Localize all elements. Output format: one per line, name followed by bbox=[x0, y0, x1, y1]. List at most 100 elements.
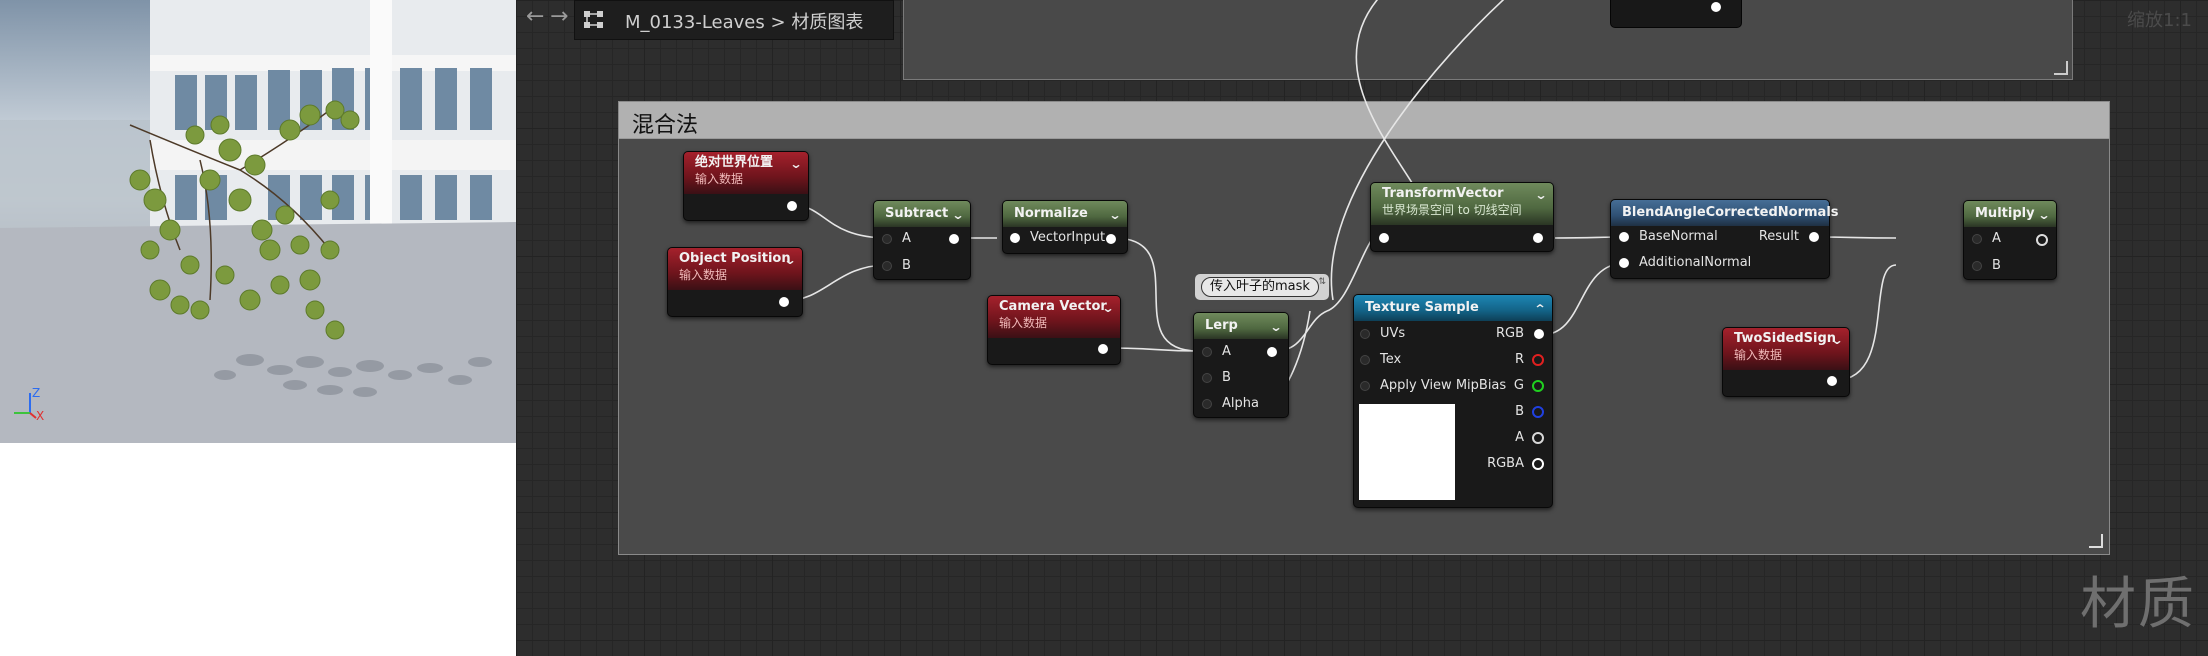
chevron-down-icon[interactable]: ⌄ bbox=[1534, 187, 1547, 203]
material-graph-canvas[interactable]: 混合法 ← → M_0133-Leaves > 材质图表 缩放1:1 绝对世界位… bbox=[516, 0, 2208, 656]
node-header[interactable]: TransformVector 世界场景空间 to 切线空间 ⌄ bbox=[1371, 183, 1553, 225]
input-pin-a[interactable]: A bbox=[1972, 230, 2001, 248]
output-pin[interactable] bbox=[1827, 376, 1837, 386]
viewport-preview[interactable]: Z X bbox=[0, 0, 516, 443]
chevron-down-icon[interactable]: ⌄ bbox=[1101, 300, 1114, 316]
pin-comment-icon[interactable]: ⇅ bbox=[1318, 277, 1326, 287]
output-pin[interactable] bbox=[779, 297, 789, 307]
node-normalize[interactable]: Normalize ⌄ VectorInput bbox=[1002, 200, 1128, 254]
node-subtitle: 输入数据 bbox=[679, 268, 728, 282]
node-subtitle: 输入数据 bbox=[999, 316, 1048, 330]
chevron-down-icon[interactable]: ⌄ bbox=[951, 205, 964, 225]
pin-label: UVs bbox=[1380, 326, 1406, 341]
viewport-scene: Z X bbox=[0, 0, 516, 443]
node-texture-sample[interactable]: Texture Sample ⌃ UVs Tex Apply View MipB… bbox=[1353, 294, 1553, 508]
chevron-up-icon[interactable]: ⌃ bbox=[1533, 299, 1546, 319]
input-pin-b[interactable]: B bbox=[1202, 369, 1231, 387]
node-subtract[interactable]: Subtract ⌄ A B bbox=[873, 200, 971, 280]
input-pin-base-normal[interactable]: BaseNormal bbox=[1619, 228, 1718, 246]
node-header[interactable]: Texture Sample ⌃ bbox=[1354, 295, 1552, 321]
reroute-comment[interactable]: 传入叶子的mask ⇅ bbox=[1195, 274, 1329, 300]
pin-label: Apply View MipBias bbox=[1380, 378, 1507, 393]
output-pin-a[interactable]: A bbox=[1515, 429, 1544, 447]
output-pin[interactable] bbox=[949, 234, 959, 244]
node-title: Object Position bbox=[679, 251, 791, 266]
output-pin-r[interactable]: R bbox=[1515, 351, 1544, 369]
node-multiply[interactable]: Multiply ⌄ A B bbox=[1963, 200, 2057, 280]
node-header[interactable]: 绝对世界位置 输入数据 ⌄ bbox=[684, 152, 808, 194]
node-header[interactable]: Subtract ⌄ bbox=[874, 201, 970, 227]
output-pin-g[interactable]: G bbox=[1514, 377, 1544, 395]
back-arrow-icon[interactable]: ← bbox=[526, 4, 544, 29]
pin-label: RGBA bbox=[1487, 456, 1524, 471]
output-pin-rgb[interactable]: RGB bbox=[1496, 325, 1544, 343]
output-pin-result[interactable]: Result bbox=[1759, 228, 1819, 246]
pin-label: Alpha bbox=[1222, 396, 1259, 411]
output-pin[interactable] bbox=[1533, 233, 1543, 243]
zoom-level: 缩放1:1 bbox=[2127, 10, 2192, 31]
input-pin-tex[interactable]: Tex bbox=[1360, 351, 1401, 369]
breadcrumb-graph[interactable]: 材质图表 bbox=[791, 12, 863, 33]
node-subtitle: 世界场景空间 to 切线空间 bbox=[1382, 203, 1522, 217]
node-title: 绝对世界位置 bbox=[695, 155, 774, 170]
node-header[interactable]: Object Position 输入数据 ⌄ bbox=[668, 248, 802, 290]
node-transform-vector[interactable]: TransformVector 世界场景空间 to 切线空间 ⌄ bbox=[1370, 182, 1554, 252]
node-header[interactable]: Multiply ⌄ bbox=[1964, 201, 2056, 227]
input-pin-mipbias[interactable]: Apply View MipBias bbox=[1360, 377, 1506, 395]
chevron-down-icon[interactable]: ⌄ bbox=[789, 156, 802, 172]
forward-arrow-icon[interactable]: → bbox=[550, 4, 568, 29]
node-subtitle: 输入数据 bbox=[695, 172, 744, 186]
node-header[interactable]: Camera Vector 输入数据 ⌄ bbox=[988, 296, 1120, 338]
chevron-down-icon[interactable]: ⌄ bbox=[1830, 332, 1843, 348]
output-pin[interactable] bbox=[1106, 234, 1116, 244]
input-pin-b[interactable]: B bbox=[882, 257, 911, 275]
pin-label: B bbox=[1222, 370, 1231, 385]
comment-bubble: 传入叶子的mask bbox=[1201, 277, 1319, 297]
input-pin-uvs[interactable]: UVs bbox=[1360, 325, 1405, 343]
input-pin-a[interactable]: A bbox=[882, 230, 911, 248]
pin-label: G bbox=[1513, 378, 1524, 393]
node-lerp[interactable]: Lerp ⌄ A B Alpha bbox=[1193, 312, 1289, 418]
node-camera-vector[interactable]: Camera Vector 输入数据 ⌄ bbox=[987, 295, 1121, 365]
pin-label: A bbox=[1515, 430, 1524, 445]
node-absolute-world-position[interactable]: 绝对世界位置 输入数据 ⌄ bbox=[683, 151, 809, 221]
breadcrumb-asset[interactable]: M_0133-Leaves bbox=[625, 12, 765, 33]
output-pin-b[interactable]: B bbox=[1515, 403, 1544, 421]
node-title: Normalize bbox=[1014, 206, 1088, 221]
output-pin[interactable] bbox=[1267, 347, 1277, 357]
input-pin-additional-normal[interactable]: AdditionalNormal bbox=[1619, 254, 1751, 272]
pin-label: Tex bbox=[1380, 352, 1402, 367]
output-pin[interactable] bbox=[2036, 234, 2048, 246]
node-header[interactable]: TwoSidedSign 输入数据 ⌄ bbox=[1723, 328, 1849, 370]
input-pin-b[interactable]: B bbox=[1972, 257, 2001, 275]
node-title: Camera Vector bbox=[999, 299, 1107, 314]
chevron-down-icon[interactable]: ⌄ bbox=[1108, 205, 1121, 225]
input-pin-alpha[interactable]: Alpha bbox=[1202, 395, 1259, 413]
chevron-down-icon[interactable]: ⌄ bbox=[1269, 317, 1282, 337]
axis-z-label: Z bbox=[32, 386, 40, 400]
chevron-down-icon[interactable]: ⌄ bbox=[2037, 205, 2050, 225]
output-pin[interactable] bbox=[1098, 344, 1108, 354]
node-header[interactable]: Lerp ⌄ bbox=[1194, 313, 1288, 339]
output-pin-rgba[interactable]: RGBA bbox=[1487, 455, 1544, 473]
input-pin-vector[interactable]: VectorInput bbox=[1010, 229, 1105, 247]
node-two-sided-sign[interactable]: TwoSidedSign 输入数据 ⌄ bbox=[1722, 327, 1850, 397]
pin-label: VectorInput bbox=[1030, 230, 1106, 245]
node-subtitle: 输入数据 bbox=[1734, 348, 1783, 362]
pin-label: A bbox=[1222, 344, 1231, 359]
node-header[interactable]: Normalize ⌄ bbox=[1003, 201, 1127, 227]
graph-type-watermark: 材质 bbox=[2080, 572, 2196, 637]
node-object-position[interactable]: Object Position 输入数据 ⌄ bbox=[667, 247, 803, 317]
distant-wall bbox=[0, 120, 150, 230]
input-pin[interactable] bbox=[1379, 233, 1389, 243]
output-pin[interactable] bbox=[787, 201, 797, 211]
pin-label: B bbox=[902, 258, 911, 273]
node-title: Subtract bbox=[885, 206, 949, 221]
pin-label: A bbox=[902, 231, 911, 246]
input-pin-a[interactable]: A bbox=[1202, 343, 1231, 361]
node-header[interactable]: BlendAngleCorrectedNormals bbox=[1611, 200, 1839, 226]
node-blend-angle-corrected-normals[interactable]: BlendAngleCorrectedNormals BaseNormal Ad… bbox=[1610, 199, 1839, 279]
pin-label: RGB bbox=[1495, 326, 1524, 341]
chevron-down-icon[interactable]: ⌄ bbox=[783, 252, 796, 268]
ground-plane bbox=[0, 222, 516, 443]
